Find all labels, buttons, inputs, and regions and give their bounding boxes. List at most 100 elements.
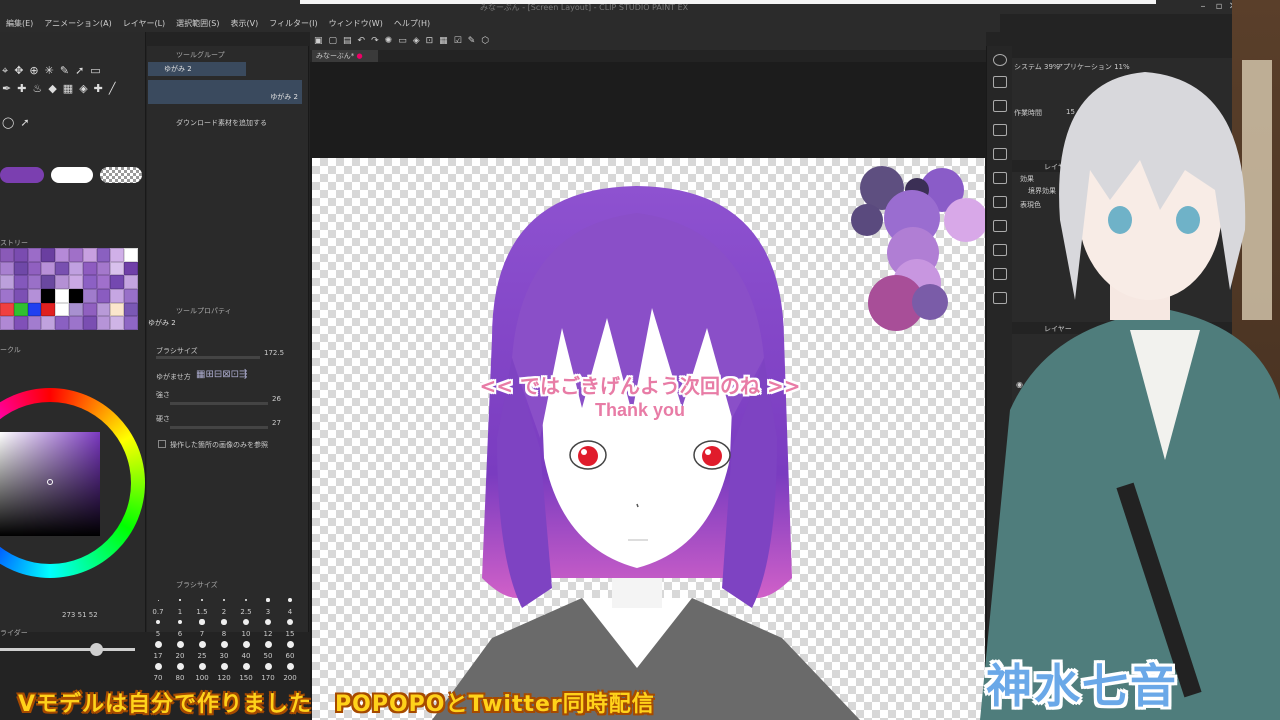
- brush-size-preset-label[interactable]: 200: [280, 674, 300, 682]
- brush-size-preset[interactable]: [221, 619, 227, 625]
- brush-size-preset[interactable]: [242, 662, 250, 670]
- history-swatch[interactable]: [41, 261, 56, 276]
- brush-size-preset-label[interactable]: 1: [170, 608, 190, 616]
- history-swatch[interactable]: [96, 248, 111, 262]
- eraser-icon[interactable]: ◈: [79, 82, 87, 95]
- sub-tool-item-selected[interactable]: ゆがみ 2: [148, 80, 302, 104]
- history-swatch[interactable]: [13, 248, 28, 262]
- lasso-icon[interactable]: ◯: [2, 116, 14, 129]
- hardness-bar[interactable]: [170, 426, 268, 429]
- history-swatch[interactable]: [41, 316, 56, 330]
- history-swatch[interactable]: [27, 261, 42, 276]
- menu-layer[interactable]: レイヤー(L): [123, 18, 165, 29]
- menu-window[interactable]: ウィンドウ(W): [329, 18, 383, 29]
- toolbar-open-icon[interactable]: ▢: [329, 36, 338, 46]
- brush-size-preset-label[interactable]: 0.7: [148, 608, 168, 616]
- operation-tool-icon[interactable]: ➚: [75, 64, 84, 78]
- brush-size-preset-label[interactable]: 4: [280, 608, 300, 616]
- toolbar-undo-icon[interactable]: ↶: [358, 36, 366, 46]
- history-swatch[interactable]: [55, 302, 69, 317]
- brush-size-preset[interactable]: [264, 640, 272, 648]
- history-swatch[interactable]: [110, 275, 125, 289]
- toolbar-new-icon[interactable]: ▣: [314, 36, 323, 46]
- brush-size-preset-label[interactable]: 7: [192, 630, 212, 638]
- toolbar-check-icon[interactable]: ☑: [454, 36, 462, 46]
- toolbar-redo-icon[interactable]: ↷: [371, 36, 379, 46]
- brush-size-preset-label[interactable]: 2: [214, 608, 234, 616]
- toolbar-clear-icon[interactable]: ▭: [398, 36, 407, 46]
- brush-size-preset-label[interactable]: 10: [236, 630, 256, 638]
- brush-size-preset-label[interactable]: 80: [170, 674, 190, 682]
- strength-value[interactable]: 26: [272, 395, 281, 403]
- brush-size-preset[interactable]: [201, 599, 203, 601]
- history-swatch[interactable]: [41, 248, 56, 262]
- brush-size-preset[interactable]: [266, 598, 270, 602]
- canvas-tab[interactable]: みなーぶん* ●: [312, 50, 378, 62]
- history-swatch[interactable]: [110, 289, 125, 303]
- history-swatch[interactable]: [13, 275, 28, 289]
- brush-size-bar[interactable]: [156, 356, 260, 359]
- history-swatch[interactable]: [69, 248, 83, 262]
- main-color-swatch[interactable]: [0, 167, 44, 183]
- brush-size-preset-label[interactable]: 6: [170, 630, 190, 638]
- warp-method-options[interactable]: ▦⊞⊟⊠⊡⇶: [196, 369, 247, 380]
- toolbar-save-icon[interactable]: ▤: [343, 36, 352, 46]
- brush-size-preset-label[interactable]: 2.5: [236, 608, 256, 616]
- history-swatch[interactable]: [69, 261, 83, 276]
- brush-size-preset[interactable]: [242, 640, 250, 648]
- history-swatch[interactable]: [55, 261, 69, 276]
- history-swatch[interactable]: [0, 316, 14, 330]
- brush-size-preset[interactable]: [220, 640, 228, 648]
- blend-tool-icon[interactable]: ✚: [17, 82, 26, 95]
- download-material-link[interactable]: ダウンロード素材を追加する: [176, 118, 267, 128]
- marquee-icon[interactable]: ▭: [90, 64, 100, 78]
- move-tool-icon[interactable]: ✥: [14, 64, 23, 78]
- brush-size-preset-label[interactable]: 15: [280, 630, 300, 638]
- history-swatch[interactable]: [110, 302, 125, 317]
- figure-tool-icon[interactable]: ✚: [94, 82, 103, 95]
- history-swatch[interactable]: [124, 275, 138, 289]
- history-swatch[interactable]: [41, 289, 56, 303]
- brush-size-preset[interactable]: [157, 599, 159, 601]
- color-history-grid[interactable]: [0, 248, 138, 330]
- history-swatch[interactable]: [110, 316, 125, 330]
- brush-size-preset[interactable]: [199, 619, 205, 625]
- history-swatch[interactable]: [0, 289, 14, 303]
- history-swatch[interactable]: [96, 316, 111, 330]
- menu-edit[interactable]: 編集(E): [6, 18, 33, 29]
- brush-size-preset[interactable]: [288, 598, 292, 602]
- brush-size-preset-label[interactable]: 30: [214, 652, 234, 660]
- history-swatch[interactable]: [27, 289, 42, 303]
- toolbar-crop-icon[interactable]: ⊡: [426, 36, 434, 46]
- menu-help[interactable]: ヘルプ(H): [394, 18, 430, 29]
- toolbar-pen-icon[interactable]: ✎: [468, 36, 476, 46]
- brush-size-preset[interactable]: [179, 599, 181, 601]
- history-swatch[interactable]: [69, 275, 83, 289]
- brush-size-preset-label[interactable]: 5: [148, 630, 168, 638]
- history-swatch[interactable]: [27, 248, 42, 262]
- history-swatch[interactable]: [82, 289, 97, 303]
- pen-tool-icon[interactable]: ✒: [2, 82, 11, 95]
- history-swatch[interactable]: [0, 275, 14, 289]
- brush-size-preset-label[interactable]: 3: [258, 608, 278, 616]
- brush-size-preset-label[interactable]: 100: [192, 674, 212, 682]
- history-swatch[interactable]: [41, 275, 56, 289]
- brush-size-preset-label[interactable]: 120: [214, 674, 234, 682]
- brush-size-preset-label[interactable]: 70: [148, 674, 168, 682]
- history-swatch[interactable]: [110, 248, 125, 262]
- select-tool-icon[interactable]: ⌖: [2, 64, 8, 78]
- zoom-tool-icon[interactable]: ⊕: [29, 64, 38, 78]
- history-swatch[interactable]: [0, 261, 14, 276]
- history-swatch[interactable]: [82, 248, 97, 262]
- history-swatch[interactable]: [27, 302, 42, 317]
- brush-size-preset[interactable]: [154, 640, 162, 648]
- brush-size-preset[interactable]: [264, 662, 272, 670]
- hardness-value[interactable]: 27: [272, 419, 281, 427]
- history-swatch[interactable]: [69, 289, 83, 303]
- history-swatch[interactable]: [55, 275, 69, 289]
- eyedropper-icon[interactable]: ✎: [60, 64, 69, 78]
- history-swatch[interactable]: [82, 316, 97, 330]
- toolbar-grid-icon[interactable]: ▦: [439, 36, 448, 46]
- history-swatch[interactable]: [96, 302, 111, 317]
- line-tool-icon[interactable]: ╱: [109, 82, 116, 95]
